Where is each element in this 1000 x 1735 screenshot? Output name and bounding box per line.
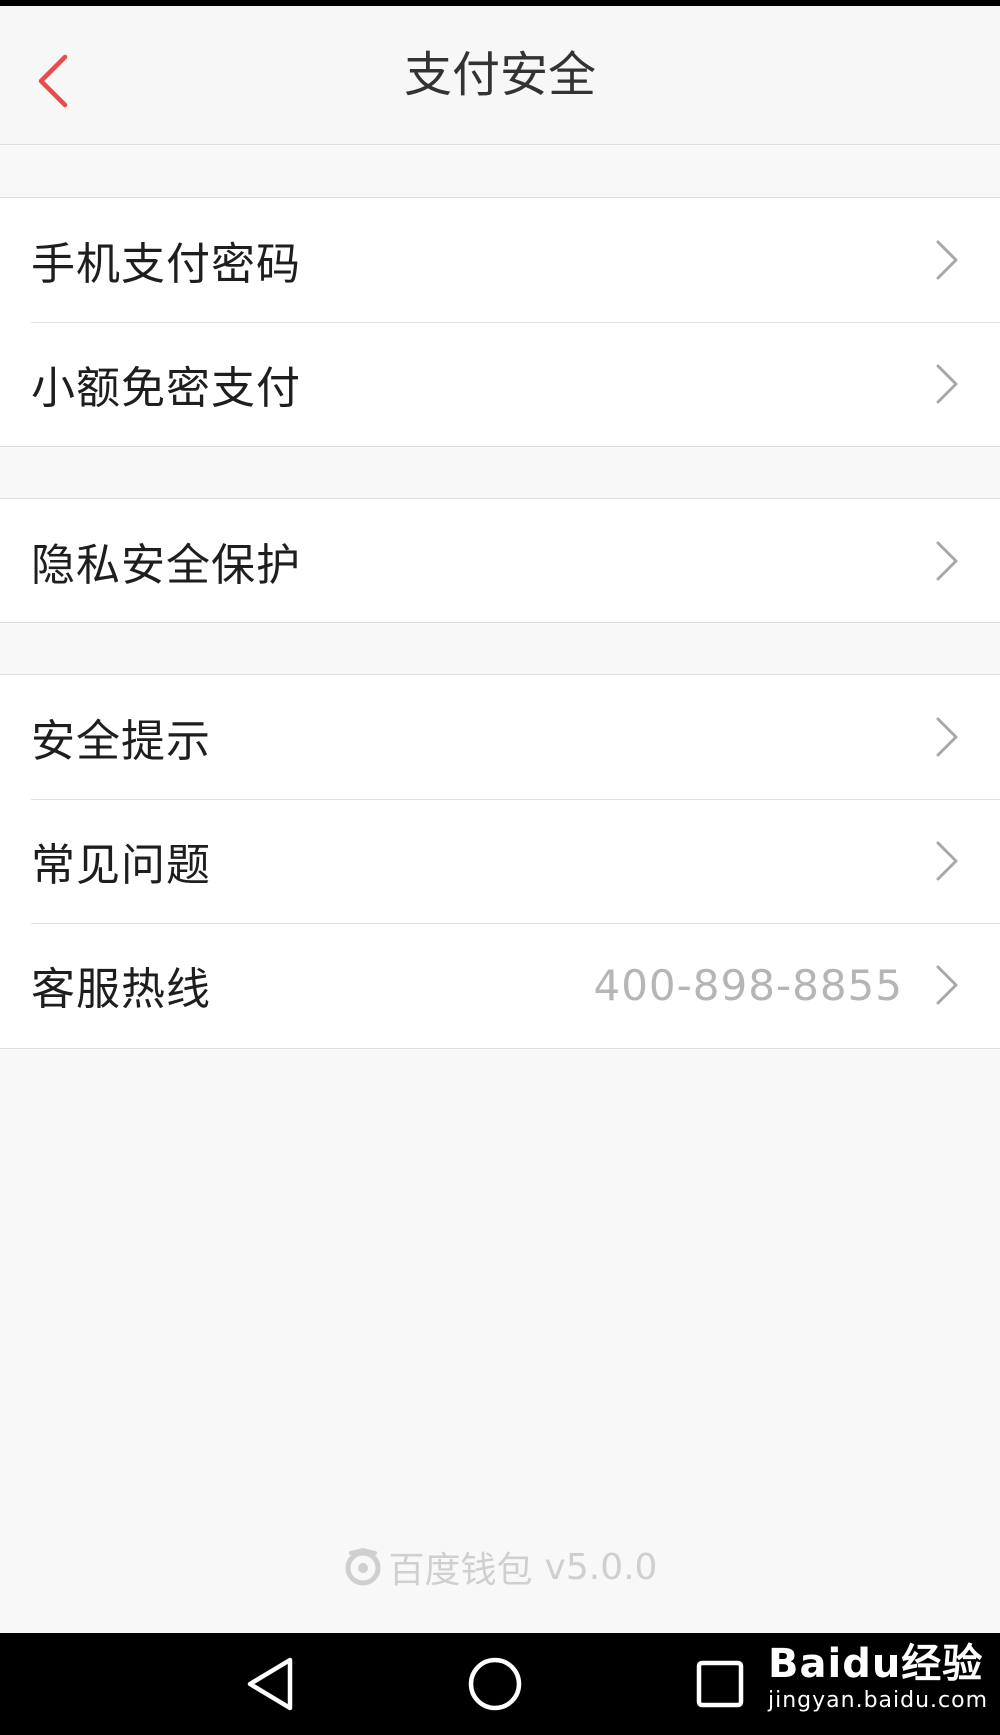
chevron-right-icon: [936, 841, 958, 881]
nav-back-button[interactable]: [230, 1649, 310, 1719]
list-item-faq[interactable]: 常见问题: [0, 799, 1000, 923]
hotline-number: 400-898-8855: [593, 960, 903, 1010]
list-item-small-amount-free-pay[interactable]: 小额免密支付: [0, 322, 1000, 446]
nav-home-button[interactable]: [455, 1649, 535, 1719]
row-label: 客服热线: [31, 964, 211, 1015]
triangle-back-icon: [247, 1657, 293, 1711]
row-label: 手机支付密码: [31, 239, 301, 290]
list-item-security-tips[interactable]: 安全提示: [0, 675, 1000, 799]
chevron-right-icon: [936, 541, 958, 581]
footer-brand: 百度钱包 v5.0.0: [0, 1537, 1000, 1597]
circle-home-icon: [468, 1657, 522, 1711]
watermark-logo: Baidu经验: [768, 1641, 984, 1687]
chevron-right-icon: [936, 965, 958, 1005]
chevron-right-icon: [936, 364, 958, 404]
chevron-left-icon: [38, 54, 68, 108]
watermark-url: jingyan.baidu.com: [768, 1688, 989, 1713]
list-item-mobile-pay-password[interactable]: 手机支付密码: [0, 198, 1000, 322]
list-item-customer-hotline[interactable]: 客服热线 400-898-8855: [0, 923, 1000, 1047]
back-button[interactable]: [18, 36, 88, 126]
baidu-jingyan-watermark: Baidu经验 jingyan.baidu.com: [768, 1640, 988, 1730]
chevron-right-icon: [936, 717, 958, 757]
page-title: 支付安全: [403, 47, 596, 103]
brand-name: 百度钱包: [388, 1550, 533, 1591]
list-item-privacy-protection[interactable]: 隐私安全保护: [0, 499, 1000, 623]
row-label: 小额免密支付: [31, 363, 301, 414]
row-label: 隐私安全保护: [31, 540, 301, 591]
square-recent-icon: [696, 1660, 744, 1708]
baidu-wallet-logo-icon: [345, 1547, 381, 1586]
row-label: 安全提示: [31, 716, 211, 767]
settings-group-payment: 手机支付密码 小额免密支付: [0, 197, 1000, 447]
chevron-right-icon: [936, 240, 958, 280]
settings-group-privacy: 隐私安全保护: [0, 498, 1000, 623]
app-version: v5.0.0: [544, 1546, 658, 1588]
settings-group-help: 安全提示 常见问题 客服热线 400-898-8855: [0, 674, 1000, 1049]
row-label: 常见问题: [31, 840, 211, 891]
app-header: 支付安全: [0, 6, 1000, 145]
nav-recent-button[interactable]: [680, 1649, 760, 1719]
